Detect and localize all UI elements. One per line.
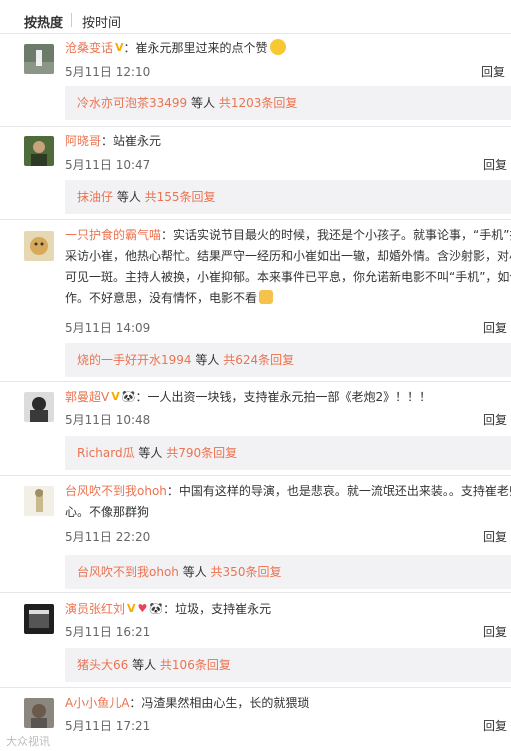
comment-text-line: 心。不像那群狗 [65,505,150,519]
reply-button[interactable]: 回复 [481,63,505,80]
divider [0,126,511,127]
reply-button[interactable]: 回复 [483,411,507,428]
comment-time: 5月11日 14:09 [65,321,151,335]
avatar[interactable] [24,231,54,261]
sub-reply-count[interactable]: 共624条回复 [223,353,294,367]
divider [0,592,511,593]
heart-icon: ♥ [137,602,148,615]
sub-reply-count[interactable]: 共350条回复 [211,565,282,579]
comment-username[interactable]: 台风吹不到我ohoh [65,484,167,498]
tab-separator [71,13,72,27]
comment-text-line: 可见一斑。主持人被换，小崔抑郁。本来事件已平息，你允诺新电影不叫“手机”，如今又 [65,270,511,284]
avatar[interactable] [24,698,54,728]
verified-v-icon: V [111,390,120,403]
comment-text: ：中国有这样的导演，也是悲哀。就一流氓还出来装。。支持崔老师，良 [166,484,511,498]
comment-text: ：一人出资一块钱，支持崔永元拍一部《老炮2》！！！ [135,390,432,404]
divider [0,687,511,688]
sub-reply-user[interactable]: 抹油仔 [77,190,113,204]
comment-text: ：冯渣果然相由心生，长的就猥琐 [129,696,310,710]
avatar[interactable] [24,486,54,516]
sort-tabs: 按热度 按时间 [0,0,511,40]
avatar[interactable] [24,392,54,422]
comment-text-line: 采访小崔，他热心帮忙。结果严守一经历和小崔如出一辙，却婚外情。含沙射影，对小崔 [65,249,511,263]
watermark: 大众视讯 [6,735,50,748]
avatar[interactable] [24,136,54,166]
tab-sort-by-time[interactable]: 按时间 [82,12,121,31]
sub-reply-summary[interactable]: 抹油仔 等人 共155条回复 [65,180,511,214]
comment-username[interactable]: 一只护食的霸气喵 [65,228,161,242]
sub-reply-user[interactable]: 烧的一手好开水1994 [77,353,192,367]
sub-reply-user[interactable]: 冷水亦可泡茶33499 [77,96,187,110]
verified-v-icon: V [115,41,124,54]
sub-reply-user[interactable]: 台风吹不到我ohoh [77,565,179,579]
sub-reply-user[interactable]: Richard瓜 [77,446,135,460]
comment-time: 5月11日 16:21 [65,625,151,639]
verified-v-icon: V [127,602,136,615]
comment-text: ：实话实说节目最火的时候，我还是个小孩子。就事论事，“手机”拍摄时， [161,228,511,242]
divider [0,381,511,382]
avatar[interactable] [24,44,54,74]
tab-sort-by-hot[interactable]: 按热度 [24,12,63,31]
comment-username[interactable]: 演员张红刘 [65,602,125,616]
divider [0,475,511,476]
sub-reply-summary[interactable]: 猪头大66 等人 共106条回复 [65,648,511,682]
comment-text: ：站崔永元 [101,134,162,148]
sub-reply-summary[interactable]: Richard瓜 等人 共790条回复 [65,436,511,470]
sub-reply-count[interactable]: 共790条回复 [166,446,237,460]
panda-icon: 🐼 [149,602,164,615]
reply-button[interactable]: 回复 [483,717,507,734]
comment-time: 5月11日 10:48 [65,413,151,427]
reply-button[interactable]: 回复 [483,528,507,545]
reply-button[interactable]: 回复 [483,623,507,640]
sub-reply-user[interactable]: 猪头大66 [77,658,128,672]
grin-emoji-icon [269,39,286,55]
comment-text: ：垃圾，支持崔永元 [163,602,272,616]
reply-button[interactable]: 回复 [483,319,507,336]
sub-reply-summary[interactable]: 冷水亦可泡茶33499 等人 共1203条回复 [65,86,511,120]
sub-reply-summary[interactable]: 烧的一手好开水1994 等人 共624条回复 [65,343,511,377]
comment-username[interactable]: 郭曼超V [65,390,109,404]
comment-username[interactable]: 阿晓哥 [65,134,101,148]
divider [0,219,511,220]
comment-time: 5月11日 17:21 [65,719,151,733]
divider [0,33,511,34]
reply-button[interactable]: 回复 [483,156,507,173]
sub-reply-count[interactable]: 共1203条回复 [219,96,298,110]
comment-text-line: 作。不好意思，没有情怀，电影不看 [65,291,258,305]
sub-reply-count[interactable]: 共155条回复 [145,190,216,204]
sub-reply-summary[interactable]: 台风吹不到我ohoh 等人 共350条回复 [65,555,511,589]
comment-username[interactable]: A小小鱼儿A [65,696,129,710]
comment-time: 5月11日 10:47 [65,158,151,172]
comment-username[interactable]: 沧桑变话 [65,41,113,55]
thumbs-down-icon [259,290,274,304]
panda-icon: 🐼 [121,390,136,403]
sub-reply-count[interactable]: 共106条回复 [160,658,231,672]
comment-time: 5月11日 22:20 [65,530,151,544]
avatar[interactable] [24,604,54,634]
comment-time: 5月11日 12:10 [65,65,151,79]
comment-text: ：崔永元那里过来的点个赞 [123,41,268,55]
